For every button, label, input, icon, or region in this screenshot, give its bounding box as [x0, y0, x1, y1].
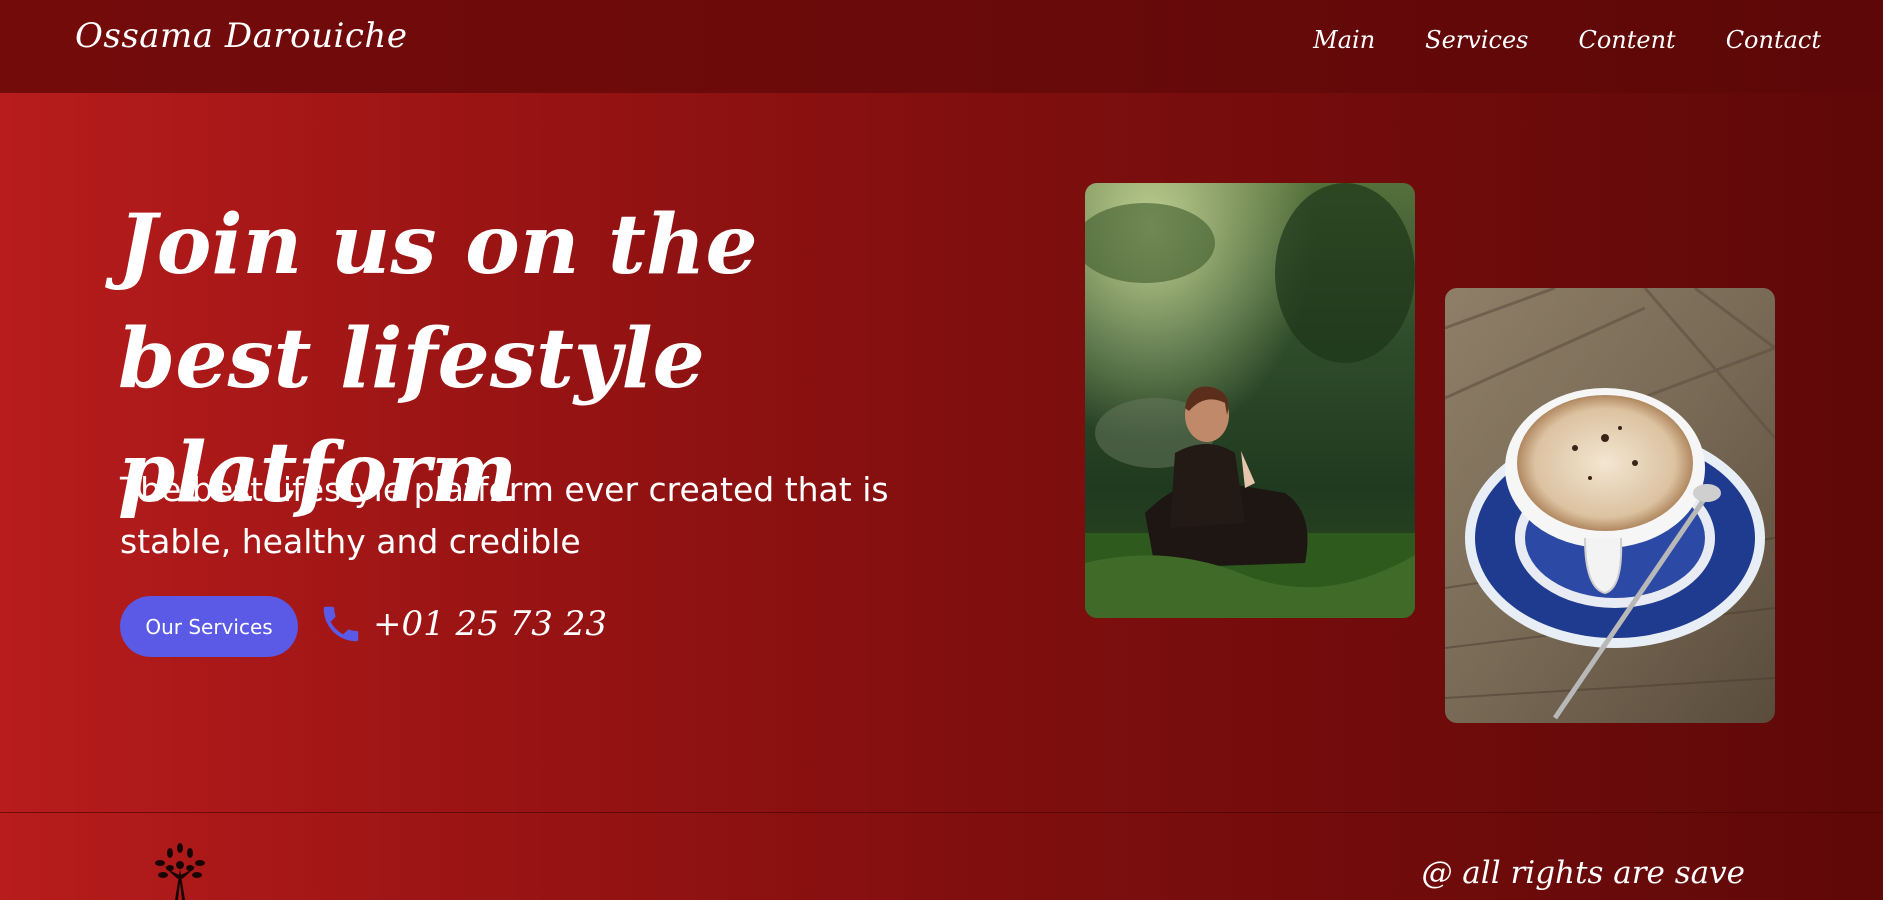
- tree-person-logo: [155, 843, 205, 900]
- phone-number[interactable]: +01 25 73 23: [373, 604, 607, 644]
- copyright-text: @ all rights are save: [1421, 855, 1745, 891]
- cappuccino-cup-photo: [1445, 288, 1775, 723]
- our-services-button[interactable]: Our Services: [120, 596, 298, 657]
- nav-item-services[interactable]: Services: [1425, 26, 1528, 54]
- nav-item-contact[interactable]: Contact: [1726, 26, 1821, 54]
- nav-item-main[interactable]: Main: [1313, 26, 1375, 54]
- main-nav: Main Services Content Contact: [1313, 26, 1821, 54]
- hero-subtitle: The best lifestyle platform ever created…: [120, 470, 889, 561]
- section-divider: [0, 812, 1883, 813]
- phone-icon[interactable]: [318, 601, 364, 647]
- brand-logo-text[interactable]: Ossama Darouiche: [75, 16, 407, 56]
- nav-item-content[interactable]: Content: [1578, 26, 1675, 54]
- top-navbar: Ossama Darouiche Main Services Content C…: [0, 0, 1883, 93]
- man-praying-in-forest-photo: [1085, 183, 1415, 618]
